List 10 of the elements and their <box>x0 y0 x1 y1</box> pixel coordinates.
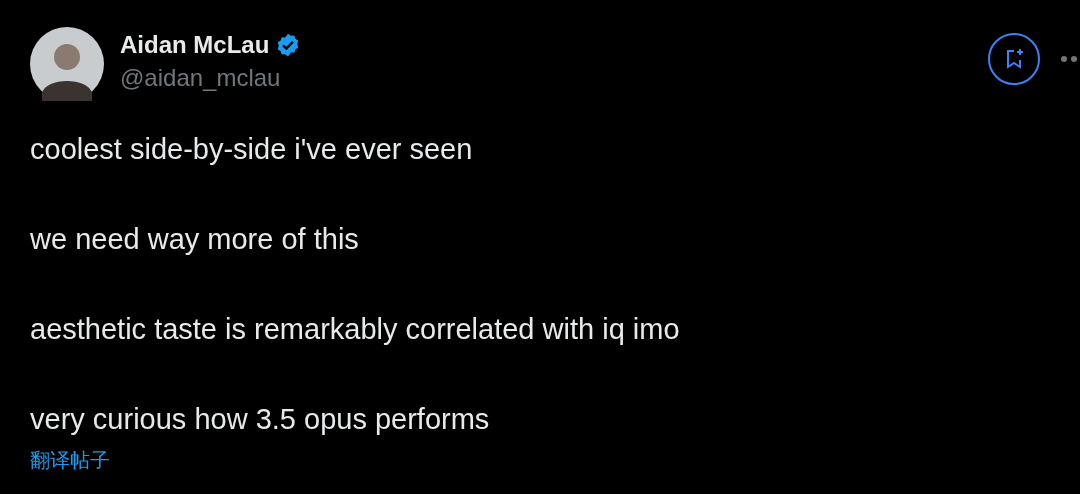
translate-link[interactable]: 翻译帖子 <box>30 445 1080 475</box>
avatar[interactable] <box>30 27 104 101</box>
author-handle[interactable]: @aidan_mclau <box>120 63 302 93</box>
tweet-text: very curious how 3.5 opus performs <box>30 402 491 437</box>
tweet-text: aesthetic taste is remarkably correlated with iq imo <box>30 312 681 347</box>
author-name[interactable]: Aidan McLau <box>120 27 270 63</box>
tweet-text: coolest side-by-side i've ever seen <box>30 132 474 167</box>
grok-bookmark-button[interactable] <box>988 33 1040 85</box>
tweet-text: we need way more of this <box>30 222 360 257</box>
more-icon[interactable] <box>1060 55 1080 63</box>
